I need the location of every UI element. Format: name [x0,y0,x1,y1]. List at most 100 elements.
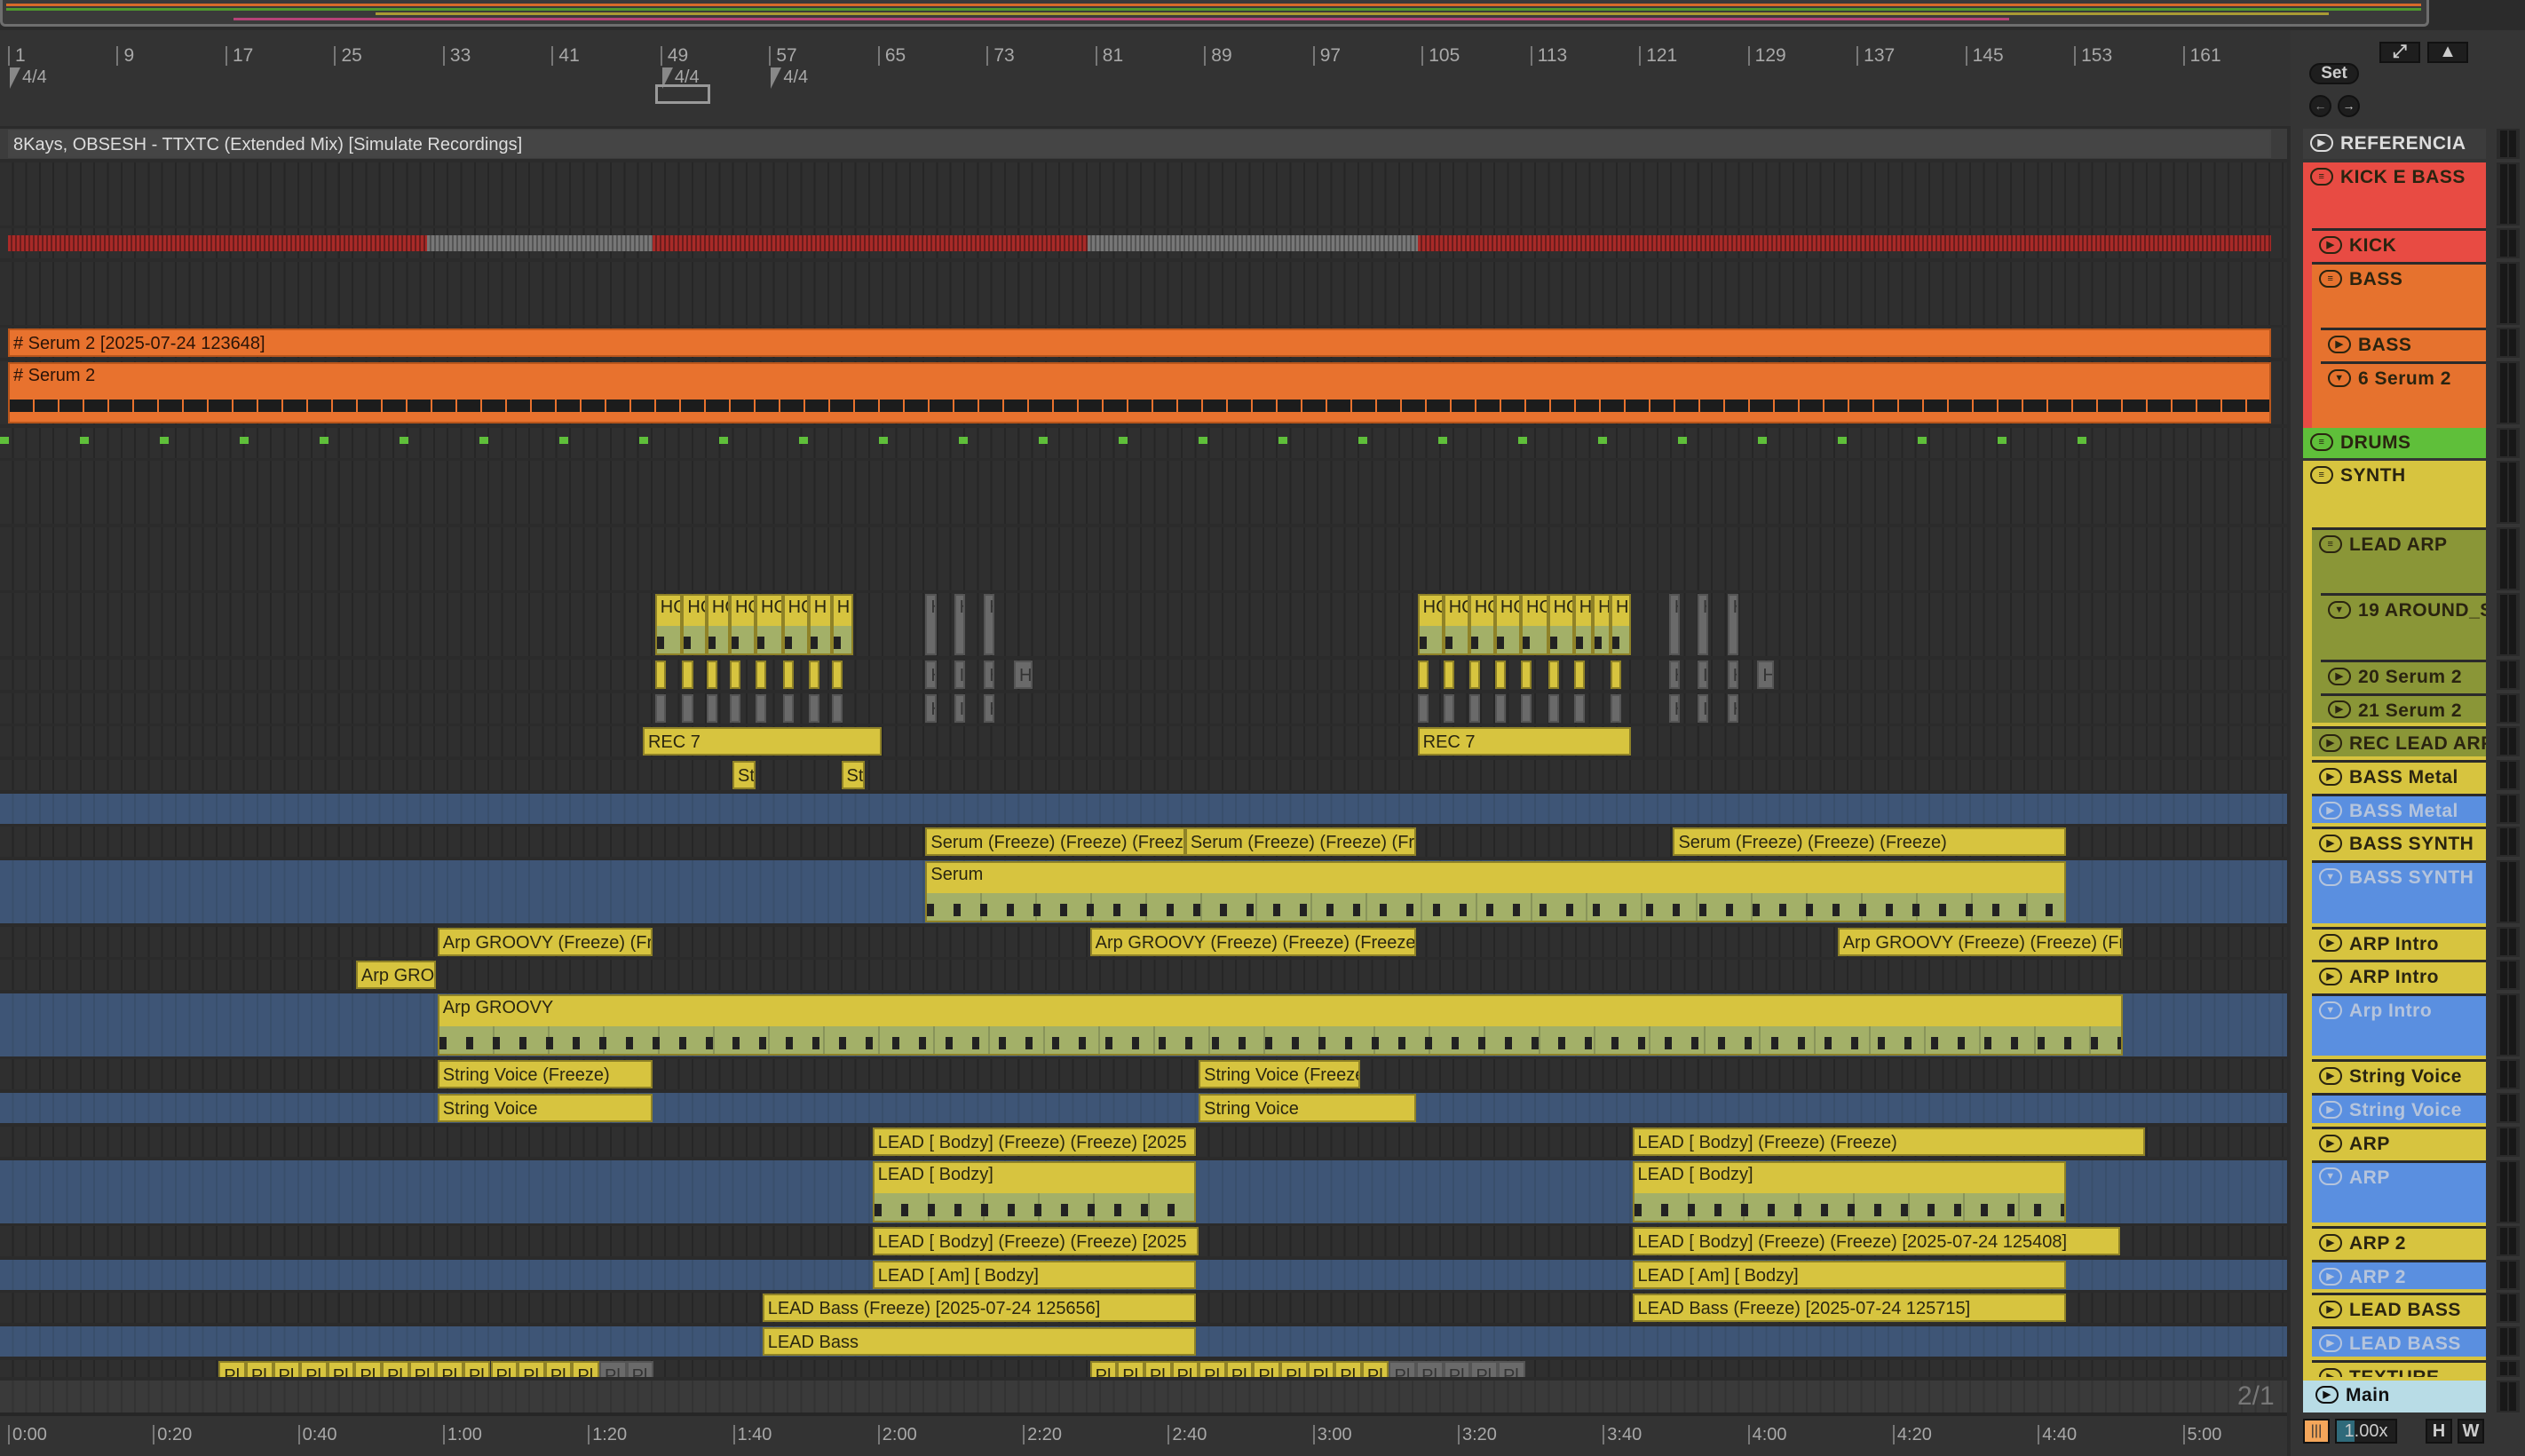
track-header[interactable]: ▶ KICK [2312,228,2486,259]
track-header[interactable]: ▶ ARP Intro [2312,960,2486,991]
clip[interactable] [831,660,843,689]
clip[interactable] [1468,693,1481,723]
clip[interactable]: Pl [273,1360,301,1377]
clip[interactable]: LEAD [ Bodzy] [1632,1160,2066,1223]
fold-icon[interactable]: ▼ [2319,1167,2342,1186]
clip[interactable]: I [954,660,965,689]
clip[interactable]: Pl [1117,1360,1144,1377]
clip[interactable]: H [1668,693,1681,723]
track-header[interactable]: ▶ BASS [2321,328,2486,359]
clip[interactable]: H [1698,594,1709,656]
clip[interactable]: St [841,760,865,789]
clip[interactable]: LEAD [ Bodzy] (Freeze) (Freeze) [1632,1127,2145,1156]
clip[interactable]: Pl [1470,1360,1498,1377]
clip[interactable]: Pl [518,1360,545,1377]
audio-clip[interactable] [426,235,653,252]
clip[interactable]: Pl [490,1360,518,1377]
clip[interactable]: String Voice [1199,1094,1417,1123]
clip[interactable]: LEAD Bass (Freeze) [2025-07-24 125715] [1632,1294,2066,1323]
clip[interactable]: I [1698,660,1709,689]
clip[interactable]: String Voice (Freeze) [1199,1060,1361,1089]
clip[interactable]: HC [756,594,783,656]
play-icon[interactable]: ▶ [2319,1233,2342,1252]
clip[interactable]: Pl [1443,1360,1471,1377]
group-icon[interactable]: ≡ [2310,466,2333,485]
clip[interactable]: String Voice [437,1094,653,1123]
clip[interactable]: Arp GROOVY [355,961,437,990]
play-icon[interactable]: ▶ [2319,767,2342,786]
clip[interactable] [682,660,693,689]
clip[interactable]: String Voice (Freeze) [437,1060,653,1089]
track-header[interactable]: ▶ 21 Serum 2 [2321,692,2486,724]
clip[interactable]: H [1727,693,1738,723]
clip[interactable] [1468,660,1481,689]
clip[interactable]: Pl [1497,1360,1525,1377]
clip[interactable] [831,693,843,723]
track-header[interactable]: ▶ ARP [2312,1126,2486,1157]
clip[interactable]: Pl [544,1360,573,1377]
clip[interactable]: Pl [408,1360,437,1377]
clip[interactable]: Pl [1089,1360,1118,1377]
track-header[interactable]: ▶ LEAD BASS [2312,1326,2486,1357]
clip[interactable]: LEAD Bass [762,1327,1197,1357]
track-header[interactable]: ▶ REC LEAD ARP [2312,726,2486,757]
clip[interactable]: Pl [1334,1360,1362,1377]
clip[interactable] [1417,693,1429,723]
clip[interactable]: Pl [218,1360,246,1377]
clip[interactable]: Arp GROOVY (Freeze) (Freeze) (Freeze) [1837,927,2124,956]
clip[interactable] [654,693,666,723]
track-header[interactable]: ▼ ARP [2312,1159,2486,1223]
clip[interactable]: H [954,594,965,656]
clip[interactable]: St [732,760,756,789]
track-header[interactable]: ▶ BASS SYNTH [2312,827,2486,858]
clip[interactable] [756,693,767,723]
group-icon[interactable]: ≡ [2319,534,2342,553]
track-header[interactable]: ▼ BASS SYNTH [2312,860,2486,923]
clip[interactable]: H [831,594,854,656]
audio-clip[interactable] [8,235,427,252]
clip[interactable]: Arp GROOVY (Freeze) (Freeze) (Freeze) [1089,927,1417,956]
clip[interactable]: H [808,594,832,656]
track-header[interactable]: ▶ BASS Metal [2312,759,2486,790]
clip[interactable]: HC [706,594,730,656]
clip[interactable]: HC [1494,594,1521,656]
clip[interactable]: Pl [1307,1360,1335,1377]
play-icon[interactable]: ▶ [2310,133,2333,152]
clip[interactable]: Serum (Freeze) (Freeze) (Freeze) [925,827,1185,857]
track-header[interactable]: ≡ LEAD ARP [2312,526,2486,590]
clip[interactable]: H [925,594,937,656]
clip[interactable]: Arp GROOVY (Freeze) (Freeze) [437,927,653,956]
clip[interactable]: LEAD Bass (Freeze) [2025-07-24 125656] [762,1294,1197,1323]
track-header[interactable]: ≡ DRUMS [2303,427,2486,458]
play-icon[interactable]: ▶ [2319,1334,2342,1353]
clip[interactable]: Pl [463,1360,491,1377]
clip[interactable]: Pl [1199,1360,1226,1377]
grid-readout[interactable]: 2/1 [2237,1381,2275,1412]
play-icon[interactable]: ▶ [2328,336,2351,354]
play-icon[interactable]: ▶ [2319,1367,2342,1377]
clip[interactable]: Pl [327,1360,355,1377]
clip[interactable]: LEAD [ Bodzy] (Freeze) (Freeze) [2025 [872,1127,1197,1156]
clip[interactable]: LEAD [ Am] [ Bodzy] [1632,1260,2066,1289]
play-icon[interactable]: ▶ [2328,700,2351,719]
clip[interactable]: # Serum 2 [8,362,2272,424]
clip[interactable]: HC [1417,594,1444,656]
set-button[interactable]: Set [2309,63,2359,84]
clip[interactable] [682,693,693,723]
clip[interactable] [729,660,741,689]
lock-button[interactable]: ▲ [2427,42,2468,63]
time-signature-marker[interactable]: 4/4 [10,67,47,89]
play-icon[interactable]: ▶ [2328,667,2351,685]
clip[interactable]: LEAD [ Bodzy] [872,1160,1197,1223]
play-icon[interactable]: ▶ [2319,1267,2342,1286]
group-icon[interactable]: ≡ [2310,167,2333,186]
fold-icon[interactable]: ▼ [2319,1001,2342,1019]
play-icon[interactable]: ▶ [2319,968,2342,986]
clip[interactable]: Pl [626,1360,654,1377]
clip[interactable]: LEAD [ Bodzy] (Freeze) (Freeze) [2025 [872,1227,1199,1255]
clip[interactable]: HC [1443,594,1469,656]
clip[interactable] [1443,693,1454,723]
clip[interactable]: H [1013,660,1033,689]
clip[interactable]: H [1727,660,1738,689]
clip[interactable] [1547,660,1559,689]
